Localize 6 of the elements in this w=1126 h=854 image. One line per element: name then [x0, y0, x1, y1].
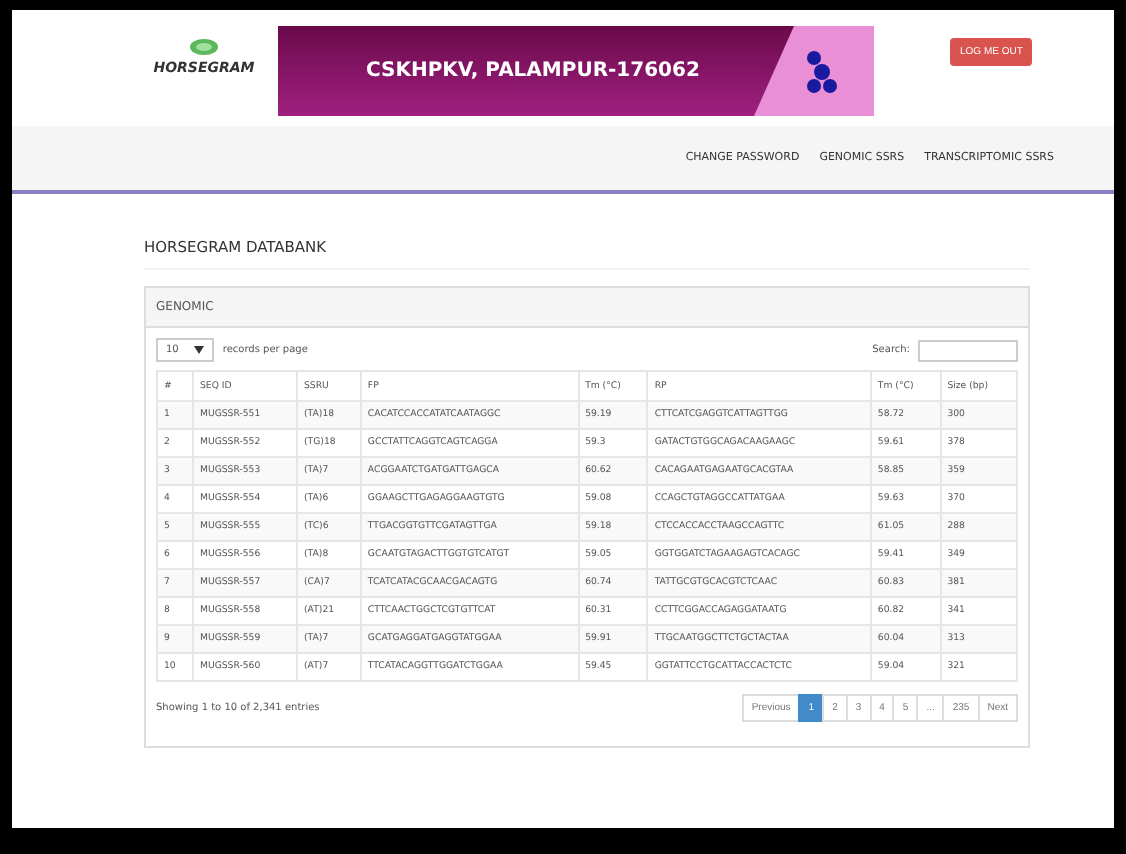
banner-stripe [754, 26, 874, 116]
banner-title: CSKHPKV, PALAMPUR-176062 [366, 60, 700, 82]
leaf-icon [188, 38, 220, 56]
molecule-icon [806, 50, 838, 94]
caret-icon [194, 346, 205, 354]
search-field[interactable] [918, 339, 1018, 361]
